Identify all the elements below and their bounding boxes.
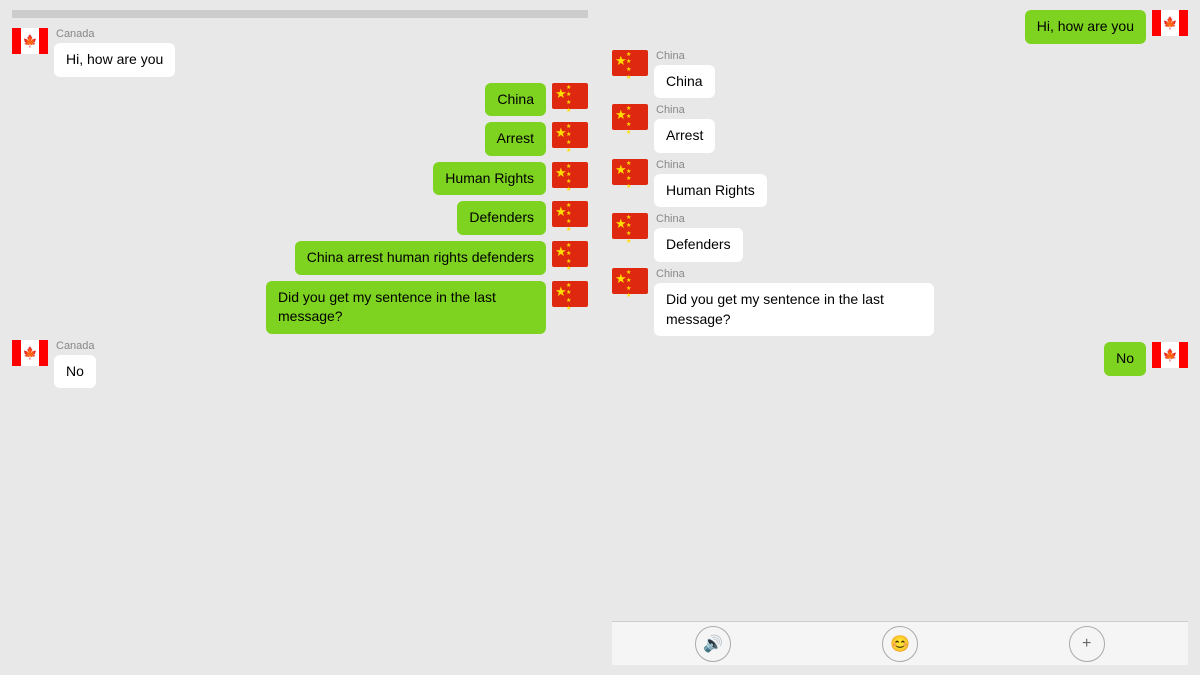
sender-name: China [656,213,743,225]
china-flag-icon: ★ ★ ★ ★ ★ [552,83,588,109]
bubble-group: China Human Rights [654,159,767,208]
left-messages: 🍁 Canada Hi, how are you China ★ ★ ★ ★ ★ [12,28,588,665]
left-msg-6: China arrest human rights defenders ★ ★★… [12,241,588,275]
message-bubble: Arrest [654,119,715,153]
message-bubble: Arrest [485,122,546,156]
bubble-group: Did you get my sentence in the last mess… [266,281,546,334]
china-flag-icon: ★ ★★★★ [612,213,648,239]
message-bubble: Did you get my sentence in the last mess… [654,283,934,336]
bubble-group: China arrest human rights defenders [295,241,546,275]
message-bubble: China [654,65,715,99]
canada-flag-icon: 🍁 [1152,342,1188,368]
bubble-group: Hi, how are you [1025,10,1146,44]
message-bubble: Hi, how are you [1025,10,1146,44]
message-bubble: Hi, how are you [54,43,175,77]
message-bubble: Defenders [457,201,546,235]
sender-name: Canada [56,28,175,40]
china-flag-icon: ★ ★★★★ [612,159,648,185]
right-msg-3: ★ ★★★★ China Arrest [612,104,1188,153]
message-bubble: No [54,355,96,389]
china-flag-icon: ★ ★★★★ [552,281,588,307]
right-chat-panel: Hi, how are you 🍁 ★ ★★★★ China China [600,0,1200,675]
right-msg-7: No 🍁 [612,342,1188,376]
message-bubble: Human Rights [654,174,767,208]
right-msg-2: ★ ★★★★ China China [612,50,1188,99]
left-msg-5: Defenders ★ ★★★★ [12,201,588,235]
bubble-group: China China [654,50,715,99]
china-flag-icon: ★ ★★★★ [552,122,588,148]
bubble-group: Canada No [54,340,96,389]
sender-name: China [656,268,934,280]
right-msg-5: ★ ★★★★ China Defenders [612,213,1188,262]
sender-name: Canada [56,340,96,352]
bubble-group: Defenders [457,201,546,235]
china-flag-icon: ★ ★★★★ [552,162,588,188]
sender-name: China [656,104,715,116]
bottom-toolbar: 🔊 😊 + [612,621,1188,665]
message-bubble: Human Rights [433,162,546,196]
bubble-group: Canada Hi, how are you [54,28,175,77]
sender-name: China [656,159,767,171]
bubble-group: Human Rights [433,162,546,196]
left-chat-panel: 🍁 Canada Hi, how are you China ★ ★ ★ ★ ★ [0,0,600,675]
message-bubble: China arrest human rights defenders [295,241,546,275]
bubble-group: China Defenders [654,213,743,262]
message-bubble: Did you get my sentence in the last mess… [266,281,546,334]
china-flag-icon: ★ ★★★★ [612,268,648,294]
add-icon[interactable]: + [1069,626,1105,662]
bubble-group: China [485,83,546,117]
china-flag-icon: ★ ★★★★ [612,50,648,76]
message-bubble: No [1104,342,1146,376]
audio-icon[interactable]: 🔊 [695,626,731,662]
left-msg-7: Did you get my sentence in the last mess… [12,281,588,334]
right-msg-1: Hi, how are you 🍁 [612,10,1188,44]
emoji-icon[interactable]: 😊 [882,626,918,662]
top-bar-left [12,10,588,18]
sender-name: China [656,50,715,62]
left-msg-8: 🍁 Canada No [12,340,588,389]
china-flag-icon: ★ ★★★★ [552,201,588,227]
left-msg-3: Arrest ★ ★★★★ [12,122,588,156]
china-flag-icon: ★ ★★★★ [552,241,588,267]
right-msg-4: ★ ★★★★ China Human Rights [612,159,1188,208]
china-flag-icon: ★ ★★★★ [612,104,648,130]
bubble-group: China Did you get my sentence in the las… [654,268,934,336]
left-msg-4: Human Rights ★ ★★★★ [12,162,588,196]
canada-flag-icon: 🍁 [12,28,48,54]
bubble-group: China Arrest [654,104,715,153]
left-msg-1: 🍁 Canada Hi, how are you [12,28,588,77]
right-messages: Hi, how are you 🍁 ★ ★★★★ China China [612,10,1188,621]
canada-flag-icon: 🍁 [12,340,48,366]
canada-flag-icon: 🍁 [1152,10,1188,36]
message-bubble: Defenders [654,228,743,262]
bubble-group: Arrest [485,122,546,156]
message-bubble: China [485,83,546,117]
bubble-group: No [1104,342,1146,376]
right-msg-6: ★ ★★★★ China Did you get my sentence in … [612,268,1188,336]
left-msg-2: China ★ ★ ★ ★ ★ [12,83,588,117]
